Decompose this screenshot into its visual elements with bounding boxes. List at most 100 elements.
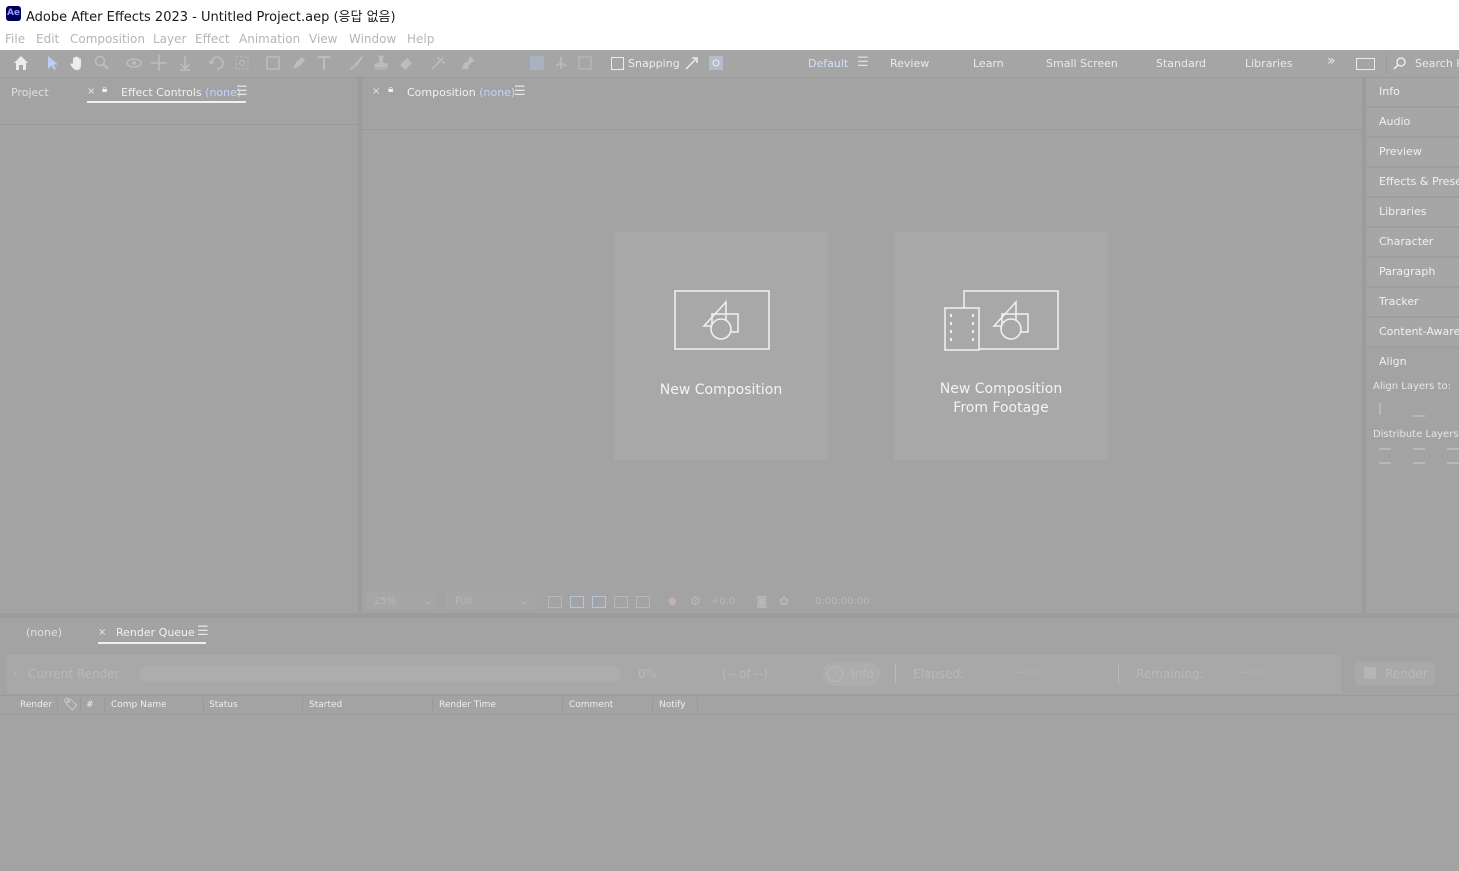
workspace-layout-icon[interactable] (1356, 58, 1375, 70)
panel-audio[interactable]: Audio (1367, 108, 1459, 138)
column-started[interactable]: Started (309, 700, 342, 710)
new-composition-from-footage-card[interactable]: New Composition From Footage (894, 232, 1108, 460)
panel-menu-icon[interactable]: ☰ (236, 84, 248, 99)
menu-layer[interactable]: Layer (153, 32, 186, 46)
column-notify[interactable]: Notify (659, 700, 686, 710)
show-snapshot-icon[interactable]: ✿ (779, 594, 789, 608)
tab-render-queue[interactable]: Render Queue (116, 626, 195, 639)
guides-icon[interactable] (636, 596, 650, 608)
fast-previews-icon[interactable] (548, 596, 562, 608)
workspace-libraries[interactable]: Libraries (1245, 57, 1293, 70)
zoom-tool-icon[interactable] (93, 54, 111, 72)
puppet-pin-tool-icon[interactable] (459, 54, 477, 72)
local-axis-mode-icon[interactable] (528, 54, 546, 72)
column-comp-name[interactable]: Comp Name (111, 700, 167, 710)
lock-icon[interactable]: 🔒︎ (388, 84, 393, 95)
home-icon[interactable] (12, 54, 30, 72)
anchor-point-tool-icon[interactable] (233, 54, 251, 72)
view-axis-mode-icon[interactable] (576, 54, 594, 72)
menu-view[interactable]: View (309, 32, 337, 46)
new-composition-card[interactable]: New Composition (614, 232, 828, 460)
timecode[interactable]: 0:00:00:00 (815, 596, 870, 607)
search-help-label[interactable]: Search H (1415, 57, 1459, 70)
align-left-icon[interactable] (1379, 403, 1393, 415)
orbit-camera-icon[interactable] (125, 54, 143, 72)
current-render-label: Current Render (28, 667, 120, 681)
align-right-icon[interactable] (1447, 403, 1459, 415)
pen-tool-icon[interactable] (290, 54, 308, 72)
search-icon[interactable] (1391, 54, 1409, 72)
menu-animation[interactable]: Animation (239, 32, 300, 46)
region-of-interest-icon[interactable] (592, 596, 606, 608)
column-comment[interactable]: Comment (569, 700, 613, 710)
column-separator (562, 697, 563, 713)
type-tool-icon[interactable] (315, 54, 333, 72)
align-center-icon[interactable] (1413, 403, 1425, 417)
mask-visibility-icon[interactable] (614, 596, 628, 608)
camera-snapshot-icon[interactable]: ◙ (756, 594, 768, 608)
close-icon[interactable]: × (98, 627, 106, 638)
pan-camera-icon[interactable] (150, 54, 168, 72)
column-separator (104, 697, 105, 713)
menu-edit[interactable]: Edit (36, 32, 59, 46)
gear-icon[interactable]: ⚙ (690, 594, 701, 608)
lock-icon[interactable]: 🔒︎ (102, 84, 107, 95)
panel-effects-presets[interactable]: Effects & Presets (1367, 168, 1459, 198)
panel-paragraph[interactable]: Paragraph (1367, 258, 1459, 288)
panel-preview[interactable]: Preview (1367, 138, 1459, 168)
tab-timeline-none[interactable]: (none) (26, 626, 62, 639)
composition-panel: × 🔒︎ Composition (none) ☰ New Compositio… (362, 78, 1362, 613)
tab-project[interactable]: Project (11, 86, 49, 99)
roto-brush-tool-icon[interactable] (429, 54, 447, 72)
menu-file[interactable]: File (5, 32, 25, 46)
eraser-tool-icon[interactable] (397, 54, 415, 72)
menu-effect[interactable]: Effect (195, 32, 230, 46)
hand-tool-icon[interactable] (68, 54, 86, 72)
tab-composition[interactable]: Composition (none) (407, 86, 515, 99)
dolly-camera-icon[interactable] (176, 54, 194, 72)
column-number[interactable]: # (86, 700, 94, 710)
distribute-center-icon[interactable] (1413, 448, 1425, 464)
brush-tool-icon[interactable] (347, 54, 365, 72)
workspace-default[interactable]: Default (808, 57, 848, 70)
workspace-standard[interactable]: Standard (1156, 57, 1206, 70)
snap-edge-icon[interactable] (683, 54, 701, 72)
panel-menu-icon[interactable]: ☰ (514, 84, 526, 99)
tab-effect-controls[interactable]: Effect Controls (none) (121, 86, 241, 99)
transparency-grid-icon[interactable] (570, 596, 584, 608)
panel-content-aware-fill[interactable]: Content-Aware F (1367, 318, 1459, 348)
workspace-learn[interactable]: Learn (973, 57, 1004, 70)
panel-align[interactable]: Align (1367, 348, 1459, 376)
label-tag-icon[interactable]: 🏷︎ (63, 697, 78, 711)
chevron-double-right-icon[interactable]: » (1327, 53, 1336, 69)
selection-tool-icon[interactable] (44, 54, 62, 72)
world-axis-mode-icon[interactable] (552, 54, 570, 72)
rectangle-tool-icon[interactable] (264, 54, 282, 72)
workspace-review[interactable]: Review (890, 57, 929, 70)
column-status[interactable]: Status (209, 700, 238, 710)
workspace-menu-icon[interactable]: ☰ (857, 55, 869, 70)
panel-menu-icon[interactable]: ☰ (197, 624, 209, 639)
color-channels-icon[interactable]: ● (668, 596, 677, 607)
close-icon[interactable]: × (372, 86, 380, 97)
chevron-right-icon[interactable]: › (13, 666, 18, 680)
clone-stamp-tool-icon[interactable] (372, 54, 390, 72)
panel-tracker[interactable]: Tracker (1367, 288, 1459, 318)
menu-window[interactable]: Window (349, 32, 396, 46)
snap-feature-icon[interactable] (707, 54, 725, 72)
close-icon[interactable]: × (87, 86, 95, 97)
menu-help[interactable]: Help (407, 32, 434, 46)
rotate-tool-icon[interactable] (208, 54, 226, 72)
column-render-time[interactable]: Render Time (439, 700, 496, 710)
workspace-small-screen[interactable]: Small Screen (1046, 57, 1118, 70)
panel-info[interactable]: Info (1367, 78, 1459, 108)
panel-character[interactable]: Character (1367, 228, 1459, 258)
panel-libraries[interactable]: Libraries (1367, 198, 1459, 228)
distribute-top-icon[interactable] (1379, 448, 1391, 464)
column-render[interactable]: Render (20, 700, 52, 710)
distribute-bottom-icon[interactable] (1447, 448, 1459, 464)
exposure-value[interactable]: +0.0 (711, 596, 735, 607)
snapping-checkbox[interactable] (611, 57, 624, 70)
column-separator (302, 697, 303, 713)
menu-composition[interactable]: Composition (70, 32, 145, 46)
